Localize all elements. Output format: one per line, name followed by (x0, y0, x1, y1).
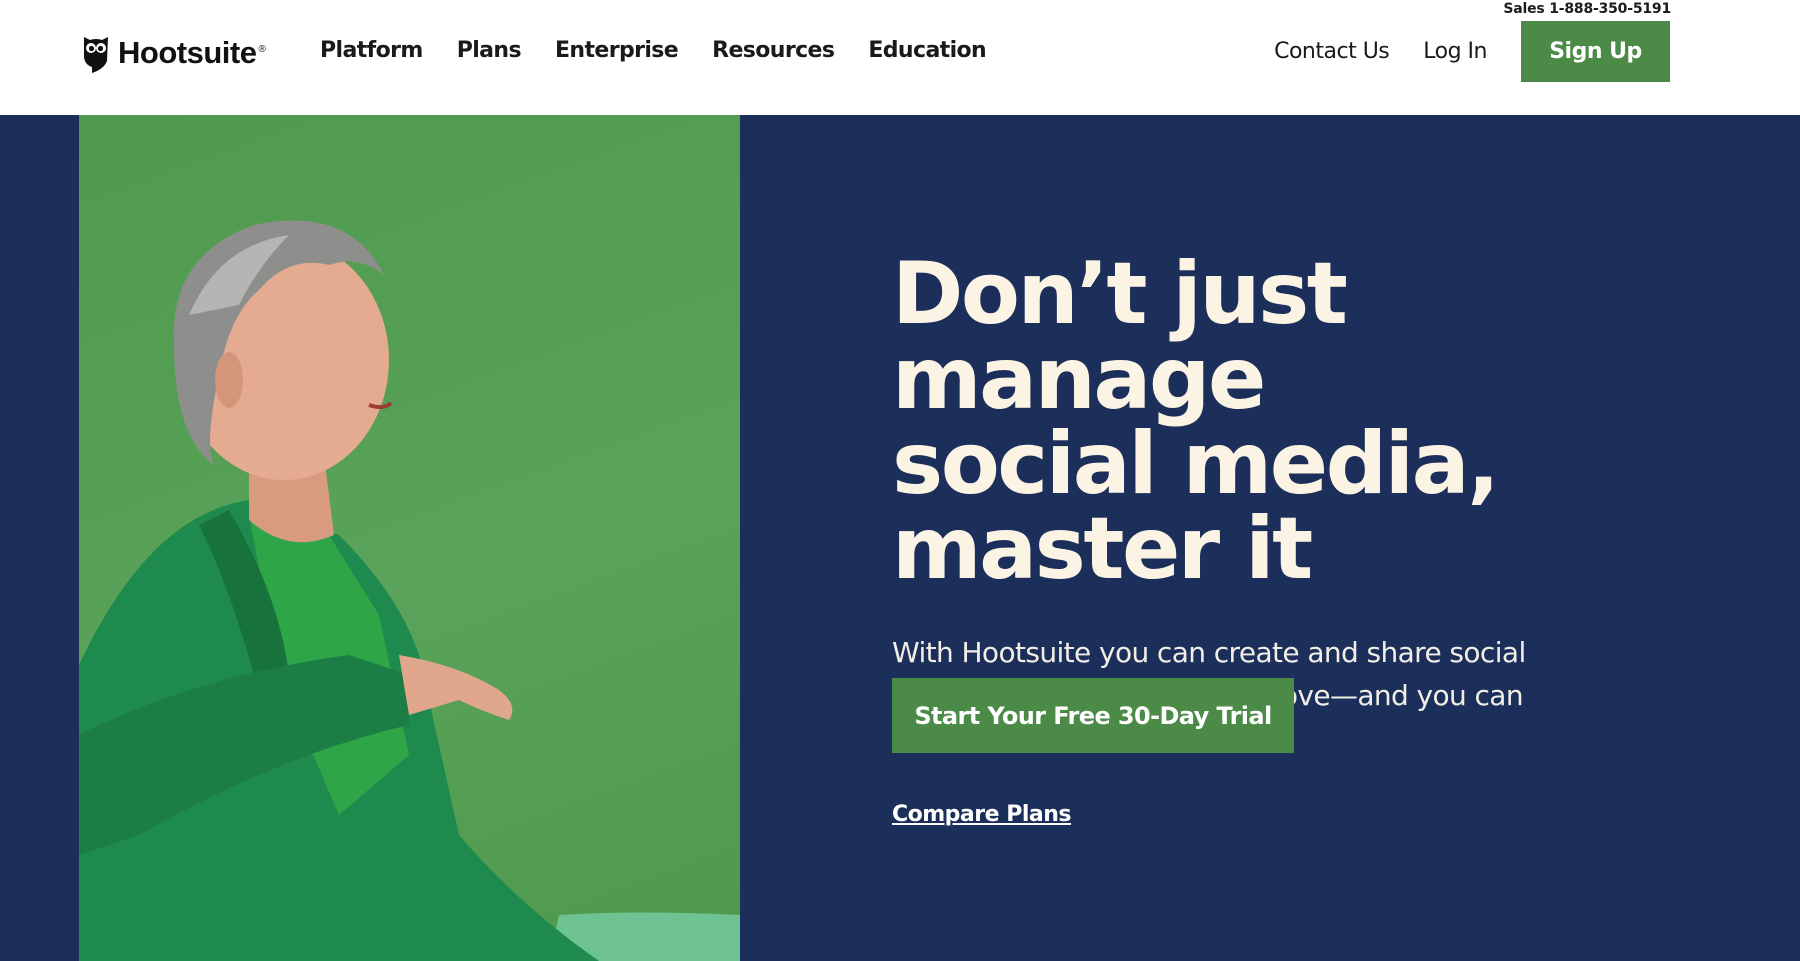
nav-platform[interactable]: Platform (320, 34, 423, 68)
log-in-link[interactable]: Log In (1423, 39, 1487, 64)
headline-line: master it (892, 499, 1313, 599)
sales-phone[interactable]: Sales 1-888-350-5191 (1503, 1, 1671, 17)
headline-line: social media, (892, 414, 1500, 514)
hero-section: Don’t just manage social media, master i… (0, 115, 1800, 961)
site-header: Sales 1-888-350-5191 Hootsuite ® Platfor… (0, 0, 1800, 115)
account-nav: Contact Us Log In Sign Up (1274, 21, 1670, 82)
hootsuite-logo[interactable]: Hootsuite ® (82, 33, 266, 73)
compare-plans-link[interactable]: Compare Plans (892, 802, 1071, 827)
nav-resources[interactable]: Resources (712, 34, 835, 68)
sign-up-button[interactable]: Sign Up (1521, 21, 1670, 82)
logo-registered-mark: ® (258, 43, 266, 55)
page: Sales 1-888-350-5191 Hootsuite ® Platfor… (0, 0, 1800, 961)
hootsuite-owl-icon (84, 37, 108, 73)
contact-us-link[interactable]: Contact Us (1274, 39, 1390, 64)
logo-wordmark: Hootsuite (118, 35, 257, 70)
free-trial-button[interactable]: Start Your Free 30-Day Trial (892, 678, 1294, 753)
nav-enterprise[interactable]: Enterprise (555, 34, 679, 68)
headline-line: Don’t just manage (892, 244, 1348, 429)
hero-photo (79, 115, 740, 961)
nav-plans[interactable]: Plans (457, 34, 522, 68)
hero-headline: Don’t just manage social media, master i… (892, 244, 1652, 599)
woman-in-chair-illustration (79, 220, 740, 961)
main-nav: Platform Plans Enterprise Resources Educ… (320, 34, 1020, 68)
nav-education[interactable]: Education (868, 34, 986, 68)
